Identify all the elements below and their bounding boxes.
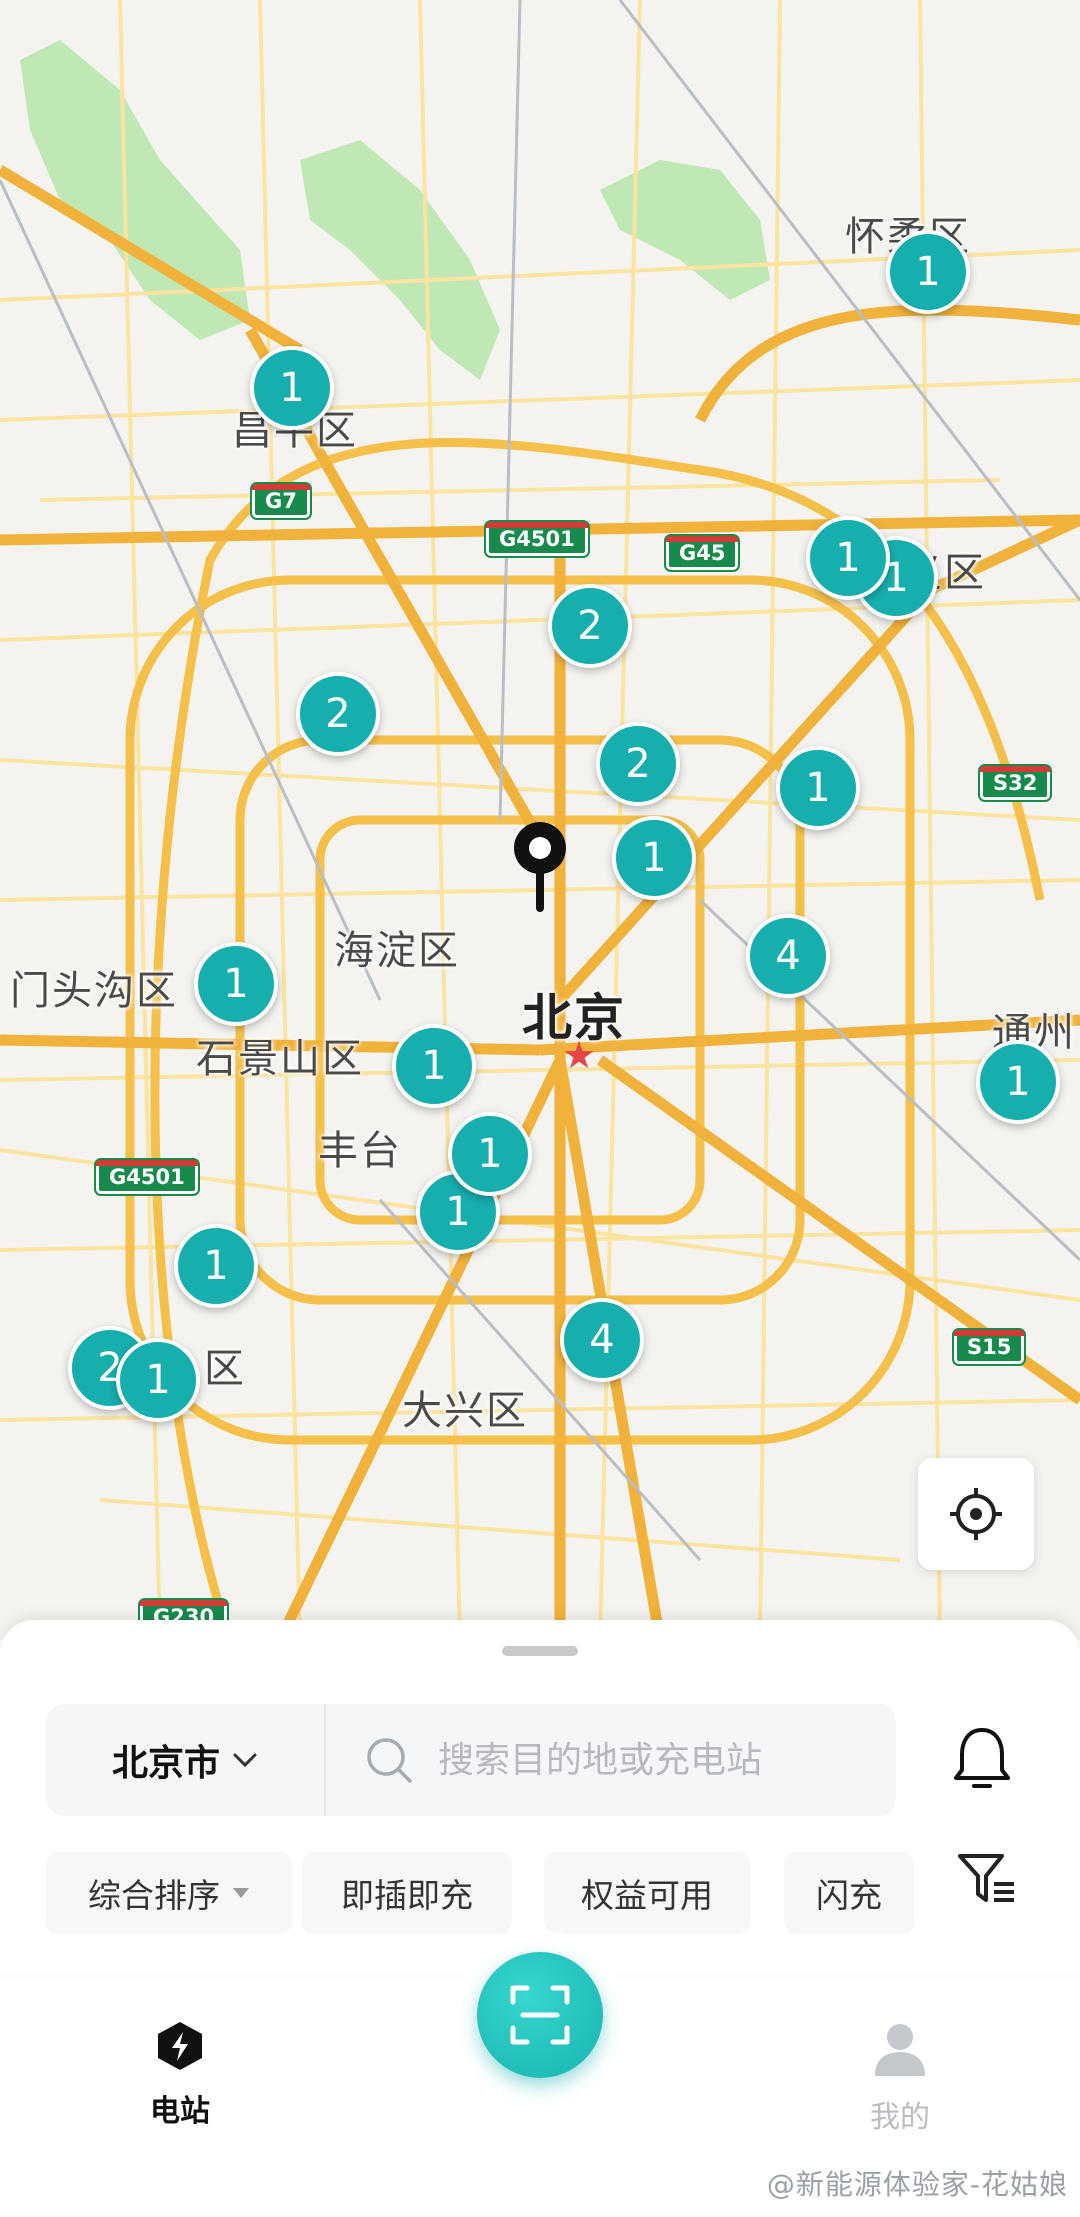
station-cluster[interactable]: 1 [886,230,970,314]
filter-chip-plug-and-charge[interactable]: 即插即充 [302,1852,512,1934]
advanced-filter-button[interactable] [956,1850,1018,1912]
station-cluster[interactable]: 1 [392,1024,476,1108]
road-shield: G4501 [96,1160,198,1194]
caret-down-icon [233,1888,249,1898]
bell-icon [954,1728,1010,1788]
place-label: 石景山区 [196,1036,364,1082]
road-shield: G4501 [486,522,588,556]
station-cluster[interactable]: 4 [560,1298,644,1382]
search-bar: 北京市 [46,1704,896,1816]
station-bolt-icon [158,2022,202,2070]
station-cluster[interactable]: 4 [746,914,830,998]
station-cluster[interactable]: 2 [548,584,632,668]
place-label: 海淀区 [334,928,460,974]
bottom-tab-bar: 电站 我的 @新能源体验家-花姑娘 [0,1930,1080,2217]
search-icon [367,1738,412,1783]
station-cluster[interactable]: 2 [296,672,380,756]
tab-stations[interactable]: 电站 [100,2020,260,2130]
station-cluster[interactable]: 1 [174,1224,258,1308]
road-shield: G45 [666,536,739,570]
location-pin-icon[interactable] [510,818,570,918]
road-shield: S15 [954,1330,1025,1364]
road-shield: G7 [252,484,310,518]
place-label: 区 [204,1346,246,1392]
map-view[interactable]: 怀柔区 昌平区 顺义区 海淀区 门头沟区 石景山区 北京 通州 丰台 区 大兴区… [0,0,1080,1640]
place-label: 大兴区 [402,1388,528,1434]
notification-bell-button[interactable] [950,1724,1014,1800]
station-cluster[interactable]: 1 [250,346,334,430]
station-cluster[interactable]: 1 [194,942,278,1026]
city-selector[interactable]: 北京市 [46,1704,324,1816]
capital-star-icon: ★ [562,1033,597,1077]
tab-mine-label: 我的 [870,2100,930,2135]
search-input[interactable] [438,1739,878,1781]
chevron-down-icon [233,1753,257,1768]
filter-icon [958,1854,1014,1902]
filter-bar: 综合排序 即插即充 权益可用 闪充 [46,1852,1046,1942]
station-cluster[interactable]: 1 [806,516,890,600]
road-shield: S32 [980,766,1051,800]
sheet-drag-handle[interactable] [502,1646,578,1656]
user-icon [875,2024,925,2076]
watermark-text: @新能源体验家-花姑娘 [766,2168,1068,2201]
place-label: 门头沟区 [10,968,178,1014]
scan-icon [510,1985,570,2045]
station-cluster[interactable]: 1 [976,1040,1060,1124]
place-label: 丰台 [318,1128,402,1174]
station-cluster[interactable]: 1 [776,746,860,830]
station-cluster[interactable]: 1 [448,1112,532,1196]
station-cluster[interactable]: 1 [612,816,696,900]
locate-me-button[interactable] [918,1458,1034,1570]
sort-dropdown[interactable]: 综合排序 [46,1852,292,1934]
city-selector-label: 北京市 [111,1743,220,1784]
filter-chip-fast-charge[interactable]: 闪充 [784,1852,914,1934]
tab-stations-label: 电站 [150,2094,210,2129]
filter-chip-benefits[interactable]: 权益可用 [544,1852,750,1934]
sort-label: 综合排序 [88,1876,220,1915]
watermark: @新能源体验家-花姑娘 [767,2163,1068,2203]
search-field[interactable] [326,1704,896,1816]
crosshair-icon [950,1488,1002,1540]
station-cluster[interactable]: 2 [596,722,680,806]
scan-button[interactable] [477,1952,603,2078]
station-cluster[interactable]: 1 [116,1338,200,1422]
tab-mine[interactable]: 我的 [820,2020,980,2136]
